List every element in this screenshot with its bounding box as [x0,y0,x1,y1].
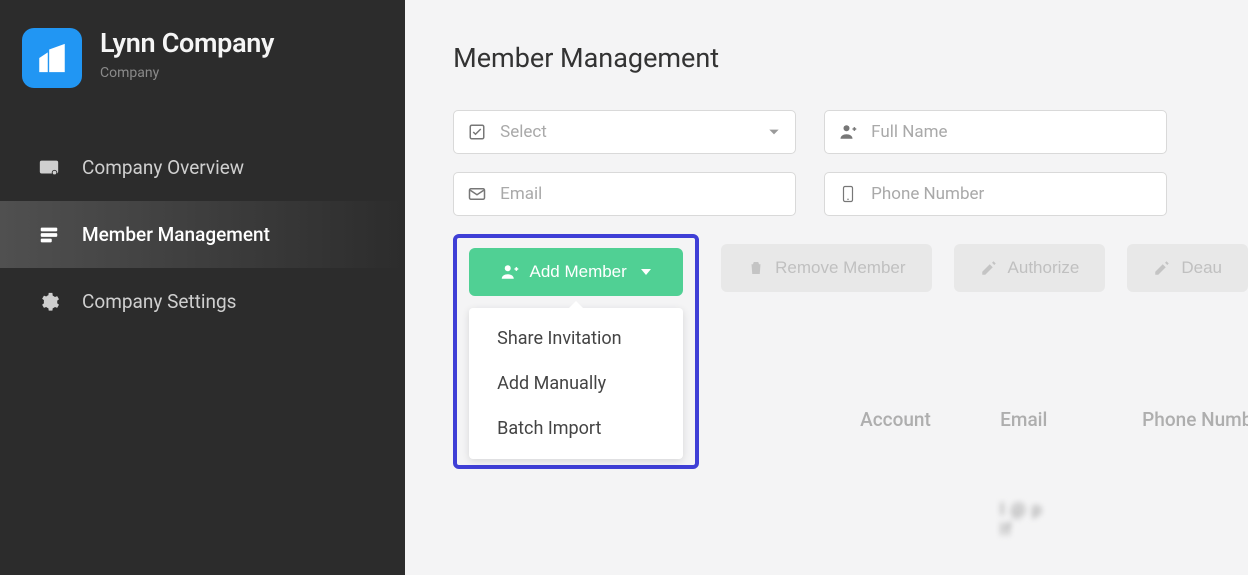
table-header: Account Email Phone Number Join Time Las… [860,408,1248,431]
select-placeholder: Select [500,122,753,142]
overview-icon [38,157,60,179]
deauthorize-label: Deau [1181,258,1222,278]
add-member-dropdown: Share Invitation Add Manually Batch Impo… [469,308,683,459]
person-icon [839,123,857,141]
sidebar-item-label: Company Settings [82,290,236,313]
building-icon [35,41,69,75]
deauthorize-button[interactable]: Deau [1127,244,1248,292]
email-field[interactable]: Email [453,172,796,216]
select-field[interactable]: Select [453,110,796,154]
trash-icon [747,259,765,277]
dropdown-share-invitation[interactable]: Share Invitation [469,316,683,361]
th-email[interactable]: Email [1000,408,1142,431]
company-sub-label: Company [100,65,274,81]
dropdown-add-manually[interactable]: Add Manually [469,361,683,406]
sidebar-nav: Company Overview Member Management Compa… [0,134,405,335]
remove-member-button[interactable]: Remove Member [721,244,931,292]
remove-member-label: Remove Member [775,258,905,278]
chevron-down-icon [767,125,781,139]
pencil-plus-icon [980,259,998,277]
phone-placeholder: Phone Number [871,184,1152,204]
authorize-label: Authorize [1008,258,1080,278]
cell-email: l @ p lf [1000,500,1142,540]
company-logo [22,28,82,88]
envelope-icon [468,185,486,203]
filter-row-2: Email Phone Number [453,172,1248,216]
fullname-placeholder: Full Name [871,122,1152,142]
pencil-minus-icon [1153,259,1171,277]
main-content: Member Management Select Full Name Email… [405,0,1248,575]
members-icon [38,224,60,246]
fullname-field[interactable]: Full Name [824,110,1167,154]
checkbox-icon [468,123,486,141]
caret-down-icon [641,269,651,275]
add-member-label: Add Member [529,262,626,282]
sidebar-item-member-management[interactable]: Member Management [0,201,405,268]
th-account[interactable]: Account [860,408,1000,431]
person-plus-icon [501,263,519,281]
sidebar-item-company-overview[interactable]: Company Overview [0,134,405,201]
company-name: Lynn Company [100,28,274,59]
gear-icon [38,291,60,313]
phone-icon [839,185,857,203]
add-member-button[interactable]: Add Member [469,248,683,296]
sidebar-item-company-settings[interactable]: Company Settings [0,268,405,335]
filter-row-1: Select Full Name [453,110,1248,154]
sidebar-item-label: Member Management [82,223,270,246]
th-phone[interactable]: Phone Number [1142,408,1248,431]
phone-field[interactable]: Phone Number [824,172,1167,216]
email-placeholder: Email [500,184,781,204]
toolbar: Add Member Share Invitation Add Manually… [453,234,1248,469]
add-member-highlight: Add Member Share Invitation Add Manually… [453,234,699,469]
page-title: Member Management [453,42,1248,74]
sidebar-header: Lynn Company Company [0,0,405,106]
sidebar-item-label: Company Overview [82,156,244,179]
dropdown-batch-import[interactable]: Batch Import [469,406,683,451]
table-row: l @ p lf 4/20/2023, 8:42:30 P [860,500,1002,540]
sidebar: Lynn Company Company Company Overview Me… [0,0,405,575]
authorize-button[interactable]: Authorize [954,244,1106,292]
